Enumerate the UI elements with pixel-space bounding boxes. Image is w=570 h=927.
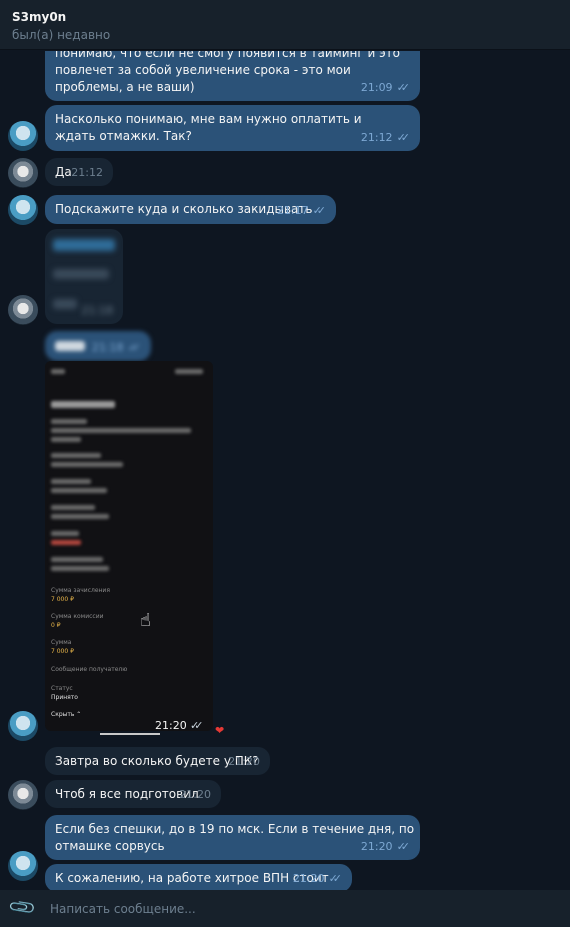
avatar[interactable] <box>8 295 38 325</box>
message-bubble[interactable]: Насколько понимаю, мне вам нужно оплатит… <box>45 105 420 151</box>
avatar[interactable] <box>8 158 38 188</box>
chat-title: S3my0n <box>12 10 67 24</box>
avatar[interactable] <box>8 780 38 810</box>
blurred-text <box>51 566 109 571</box>
message-time: 21:17 <box>276 204 309 217</box>
blurred-text <box>51 479 91 484</box>
blurred-text <box>51 369 65 374</box>
blurred-text <box>51 505 95 510</box>
message-text: Насколько понимаю, мне вам нужно оплатит… <box>55 112 362 143</box>
message-bubble[interactable]: К сожалению, на работе хитрое ВПН стоит … <box>45 864 352 890</box>
blurred-text <box>51 514 109 519</box>
double-check-icon: ✓✓ <box>396 840 411 853</box>
message-time: 21:18 <box>91 341 124 354</box>
receipt-hide-link[interactable]: Скрыть ⌃ <box>51 711 81 718</box>
message-time: 21:20 <box>155 719 187 732</box>
message-bubble[interactable]: Завтра во сколько будете у ПК? 21:20 <box>45 747 270 775</box>
heart-reaction-icon[interactable]: ❤ <box>215 724 224 737</box>
chat-header[interactable]: S3my0n был(а) недавно <box>0 0 570 50</box>
hand-cursor-icon: ☝ <box>140 610 151 631</box>
receipt-value: 7 000 ₽ <box>51 596 74 603</box>
blurred-text <box>53 239 115 251</box>
message-list[interactable]: понимаю, что если не смогу появится в та… <box>0 51 570 890</box>
message-meta: 21:20 ✓✓ <box>361 838 410 855</box>
receipt-value: Принято <box>51 694 78 701</box>
blurred-text <box>51 540 81 545</box>
message-text: понимаю, что если не смогу появится в та… <box>55 51 400 94</box>
message-time: 21:12 <box>360 131 393 144</box>
avatar[interactable] <box>8 711 38 741</box>
blurred-text <box>175 369 203 374</box>
receipt-label: Сумма <box>51 639 72 646</box>
blurred-text <box>51 428 191 433</box>
receipt-hide-label: Скрыть <box>51 711 75 718</box>
message-time: 21:20 <box>360 840 393 853</box>
avatar[interactable] <box>8 121 38 151</box>
message-bubble-blurred[interactable]: 21:18 ✓✓ <box>45 331 151 361</box>
receipt-value: 7 000 ₽ <box>51 648 74 655</box>
receipt-label: Сумма зачисления <box>51 587 110 594</box>
double-check-icon: ✓✓ <box>396 131 411 144</box>
message-time: 21:20 <box>292 872 325 885</box>
receipt-label: Статус <box>51 685 73 692</box>
message-meta: 21:17 ✓✓ <box>277 202 326 219</box>
receipt-label: Сообщение получателю <box>51 666 128 673</box>
chat-status: был(а) недавно <box>12 28 111 42</box>
message-composer[interactable]: 📎 <box>0 890 570 927</box>
message-meta: 21:12 ✓✓ <box>361 129 410 146</box>
message-meta: 21:20 <box>179 786 211 803</box>
receipt-image[interactable]: Сумма зачисления 7 000 ₽ Сумма комиссии … <box>45 361 213 731</box>
message-bubble[interactable]: Чтоб я все подготовил 21:20 <box>45 780 221 808</box>
blurred-text <box>51 531 79 536</box>
double-check-icon: ✓✓ <box>396 81 411 94</box>
double-check-icon: ✓✓ <box>312 204 327 217</box>
receipt-label: Сумма комиссии <box>51 613 104 620</box>
message-bubble[interactable]: Подскажите куда и сколько закидывать 21:… <box>45 195 336 224</box>
blurred-text <box>51 462 123 467</box>
blurred-text <box>51 453 101 458</box>
double-check-icon: ✓✓ <box>190 719 204 732</box>
blurred-text <box>53 299 77 309</box>
message-bubble[interactable]: Да 21:12 <box>45 158 113 186</box>
message-meta: 21:18 ✓✓ <box>92 339 141 356</box>
message-meta: 21:09 ✓✓ <box>361 79 410 96</box>
blurred-text <box>51 488 107 493</box>
message-bubble-blurred[interactable]: 21:18 <box>45 229 123 324</box>
blurred-text <box>55 341 85 351</box>
message-time: 21:12 <box>71 166 103 179</box>
message-meta: 21:12 <box>71 164 103 181</box>
blurred-text <box>51 437 81 442</box>
blurred-text <box>51 401 115 408</box>
blurred-text <box>53 269 109 279</box>
message-time: 21:09 <box>360 81 393 94</box>
avatar[interactable] <box>8 195 38 225</box>
message-time: 21:20 <box>228 755 260 768</box>
message-bubble[interactable]: Если без спешки, до в 19 по мск. Если в … <box>45 815 420 860</box>
message-time: 21:18 <box>81 304 113 317</box>
avatar[interactable] <box>8 851 38 881</box>
double-check-icon: ✓✓ <box>328 872 343 885</box>
message-meta: 21:18 <box>81 302 113 319</box>
message-meta: 21:20 <box>228 753 260 770</box>
message-time: 21:20 <box>179 788 211 801</box>
double-check-icon: ✓✓ <box>127 341 142 354</box>
message-bubble[interactable]: понимаю, что если не смогу появится в та… <box>45 51 420 101</box>
message-input[interactable] <box>50 901 530 916</box>
paperclip-icon[interactable]: 📎 <box>8 892 39 922</box>
blurred-text <box>51 419 87 424</box>
image-scrollbar[interactable] <box>100 733 160 735</box>
blurred-text <box>51 557 103 562</box>
message-meta: 21:20 ✓✓ <box>293 870 342 887</box>
receipt-value: 0 ₽ <box>51 622 61 629</box>
